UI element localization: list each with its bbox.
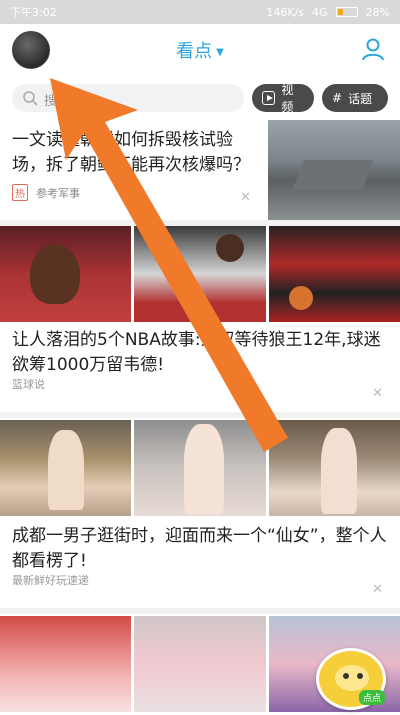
hot-badge: 热 [12, 184, 28, 201]
channel-title[interactable]: 看点 ▼ [0, 37, 400, 63]
search-icon [23, 91, 38, 106]
play-icon [262, 91, 276, 105]
mascot-eye-icon [357, 673, 363, 679]
news-image [268, 420, 400, 516]
search-input[interactable]: 搜 [12, 84, 244, 112]
battery-icon [335, 7, 358, 17]
network-speed: 146K/s [266, 5, 305, 19]
news-image [268, 226, 400, 322]
divider [0, 412, 400, 418]
channel-title-label: 看点 [176, 41, 213, 62]
news-title[interactable]: 成都一男子逛街时，迎面而来一个“仙女”，整个人都看楞了! [12, 524, 388, 574]
status-bar: 下午3:02 146K/s 4G 28% [0, 0, 400, 24]
user-icon[interactable] [360, 36, 386, 62]
video-button[interactable]: 视频 [252, 83, 314, 114]
news-image [134, 616, 266, 712]
mascot-badge: 点点 [358, 690, 385, 705]
topic-button[interactable]: # 话题 [322, 84, 388, 112]
video-label: 视频 [281, 83, 294, 114]
news-source: 参考军事 [36, 186, 80, 200]
signal-label: 4G [312, 5, 328, 19]
mascot-button[interactable]: 点点 [316, 648, 386, 710]
hash-icon: # [332, 91, 343, 105]
news-item[interactable]: 一文读懂朝鲜如何拆毁核试验场，拆了朝鲜还能再次核爆吗？ 热 参考军事 ✕ [0, 120, 400, 220]
dismiss-icon[interactable]: ✕ [372, 582, 383, 597]
news-meta: 热 参考军事 [12, 184, 80, 201]
search-row: 搜 视频 # 话题 [12, 83, 392, 114]
news-image-row[interactable] [0, 226, 400, 322]
mascot-eye-icon [343, 673, 349, 679]
news-image [0, 616, 132, 712]
status-time: 下午3:02 [10, 6, 57, 19]
chevron-down-icon: ▼ [216, 46, 224, 58]
news-source: 最新鲜好玩速递 [12, 574, 89, 587]
news-thumbnail [268, 120, 400, 220]
news-image [0, 420, 132, 516]
mascot-face-icon [335, 665, 369, 691]
topic-label: 话题 [348, 91, 373, 106]
top-bar: 看点 ▼ [0, 24, 400, 76]
news-image [134, 226, 266, 322]
dismiss-icon[interactable]: ✕ [372, 386, 383, 401]
search-placeholder: 搜 [44, 94, 58, 109]
news-image [134, 420, 266, 516]
news-image [0, 226, 132, 322]
news-title[interactable]: 让人落泪的5个NBA故事:为叔等待狼王12年,球迷欲筹1000万留韦德! [12, 328, 388, 378]
news-image-row[interactable] [0, 420, 400, 516]
divider [0, 608, 400, 614]
dismiss-icon[interactable]: ✕ [240, 190, 251, 205]
news-source: 篮球说 [12, 378, 45, 391]
news-title: 一文读懂朝鲜如何拆毁核试验场，拆了朝鲜还能再次核爆吗？ [12, 130, 250, 175]
battery-percent: 28% [365, 5, 390, 19]
